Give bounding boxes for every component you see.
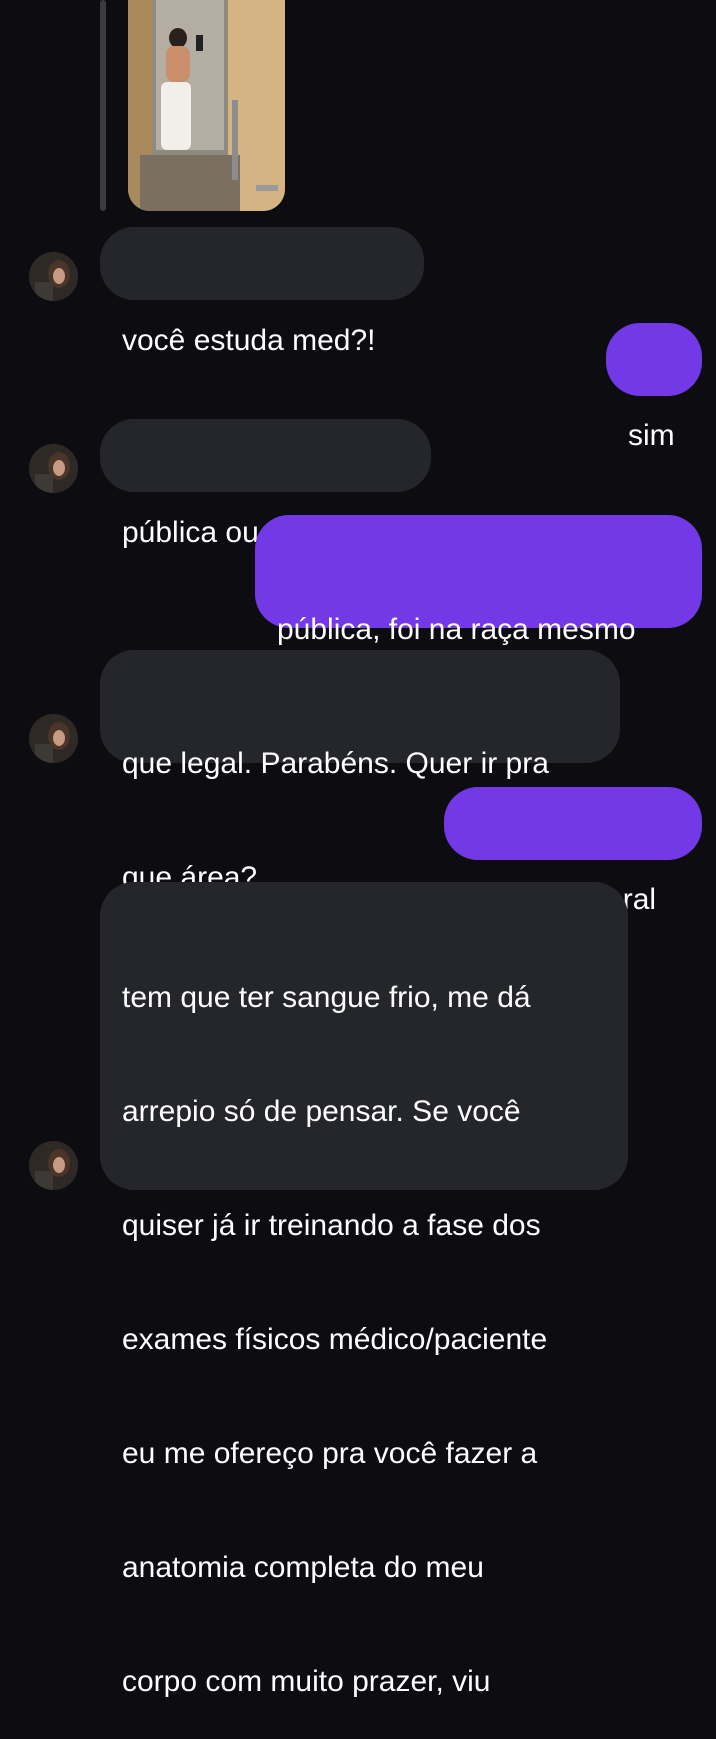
- message-text: sim: [628, 419, 675, 452]
- message-text: você estuda med?!: [122, 324, 376, 357]
- reply-indicator-bar: [100, 0, 106, 211]
- message-text: que legal. Parabéns. Quer ir pra: [122, 747, 549, 780]
- sent-message-bubble[interactable]: pública, foi na raça mesmo kkkkkkkkkkk: [255, 515, 702, 760]
- sent-message-bubble[interactable]: sim: [606, 323, 702, 452]
- received-message-bubble[interactable]: pública ou privada?: [100, 419, 431, 549]
- contact-avatar[interactable]: [29, 444, 78, 493]
- message-text: exames físicos médico/paciente: [122, 1323, 548, 1356]
- contact-avatar[interactable]: [29, 1141, 78, 1190]
- message-text: arrepio só de pensar. Se você: [122, 1095, 521, 1128]
- contact-avatar[interactable]: [29, 714, 78, 763]
- message-text: anatomia completa do meu: [122, 1551, 484, 1584]
- message-text: pública, foi na raça mesmo: [277, 613, 636, 646]
- message-text: quiser já ir treinando a fase dos: [122, 1209, 541, 1242]
- sent-message-bubble[interactable]: cirurgião geral: [444, 787, 702, 916]
- message-text: corpo com muito prazer, viu: [122, 1665, 491, 1698]
- message-text: eu me ofereço pra você fazer a: [122, 1437, 538, 1470]
- received-message-bubble[interactable]: você estuda med?!: [100, 227, 424, 357]
- received-message-bubble[interactable]: tem que ter sangue frio, me dá arrepio s…: [100, 882, 628, 1698]
- shared-photo[interactable]: [128, 0, 285, 211]
- received-message-bubble[interactable]: que legal. Parabéns. Quer ir pra que áre…: [100, 650, 620, 894]
- contact-avatar[interactable]: [29, 252, 78, 301]
- message-text: tem que ter sangue frio, me dá: [122, 981, 531, 1014]
